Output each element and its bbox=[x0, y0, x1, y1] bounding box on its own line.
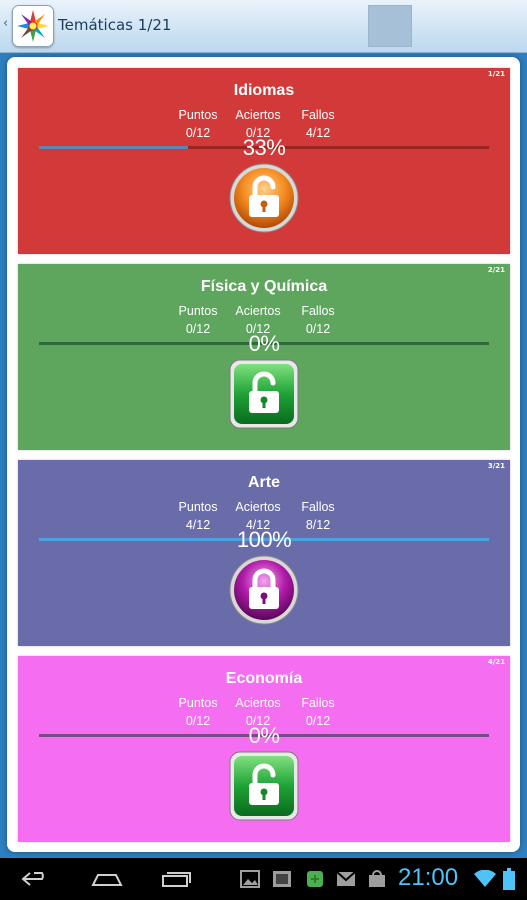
screenshot-notification-icon bbox=[272, 858, 292, 900]
back-chevron-icon[interactable]: ‹ bbox=[3, 16, 8, 31]
card-index: 2/21 bbox=[487, 266, 505, 274]
app-logo-icon[interactable] bbox=[12, 5, 54, 47]
gallery-notification-icon bbox=[240, 858, 260, 900]
card-title: Idiomas bbox=[233, 82, 295, 99]
action-bar: ‹ Temáticas 1/21 bbox=[0, 0, 527, 53]
card-index: 3/21 bbox=[487, 462, 505, 470]
lock-open-orange-icon[interactable] bbox=[228, 162, 300, 234]
topic-card-economia[interactable]: 4/21 Economía Puntos 0/12 Aciertos 0/12 Fa… bbox=[18, 656, 510, 842]
card-title: Física y Química bbox=[200, 278, 328, 295]
stat-label-aciertos: Aciertos bbox=[235, 108, 281, 122]
progress-percent: 0% bbox=[248, 331, 280, 356]
topic-card-idiomas[interactable]: 1/21 Idiomas Puntos 0/12 Aciertos 0/12 Fal… bbox=[18, 68, 510, 254]
card-title: Economía bbox=[225, 670, 303, 687]
stat-label-puntos: Puntos bbox=[178, 696, 218, 710]
topics-list: 1/21 Idiomas Puntos 0/12 Aciertos 0/12 Fal… bbox=[7, 57, 520, 852]
battery-icon bbox=[503, 858, 515, 900]
stat-label-puntos: Puntos bbox=[178, 500, 218, 514]
page-title: Temáticas 1/21 bbox=[58, 16, 172, 34]
card-index: 4/21 bbox=[487, 658, 505, 666]
store-notification-icon bbox=[368, 858, 386, 900]
gmail-notification-icon bbox=[336, 858, 356, 900]
stat-label-puntos: Puntos bbox=[178, 304, 218, 318]
stat-label-aciertos: Aciertos bbox=[235, 696, 281, 710]
card-title: Arte bbox=[247, 474, 280, 491]
status-clock: 21:00 bbox=[398, 864, 459, 891]
progress-percent: 0% bbox=[248, 723, 280, 748]
card-index: 1/21 bbox=[487, 70, 505, 78]
progress-percent: 100% bbox=[236, 527, 292, 552]
stat-label-aciertos: Aciertos bbox=[235, 304, 281, 318]
stat-label-fallos: Fallos bbox=[301, 696, 335, 710]
lock-open-green-icon[interactable] bbox=[228, 358, 300, 430]
progress-percent: 33% bbox=[242, 135, 286, 160]
system-navigation-bar: 21:00 bbox=[0, 858, 527, 900]
topic-card-fisica-y-quimica[interactable]: 2/21 Física y Química Puntos 0/12 Acierto… bbox=[18, 264, 510, 450]
stat-label-fallos: Fallos bbox=[301, 304, 335, 318]
topic-card-arte[interactable]: 3/21 Arte Puntos 4/12 Aciertos 4/12 Fallos… bbox=[18, 460, 510, 646]
lock-open-green-icon[interactable] bbox=[228, 750, 300, 822]
back-nav-icon[interactable] bbox=[20, 858, 52, 900]
stat-label-fallos: Fallos bbox=[301, 108, 335, 122]
stat-label-aciertos: Aciertos bbox=[235, 500, 281, 514]
overflow-menu-button[interactable] bbox=[368, 5, 412, 47]
app-notification-icon bbox=[306, 858, 324, 900]
wifi-icon bbox=[474, 858, 496, 900]
recent-apps-icon[interactable] bbox=[160, 858, 192, 900]
stat-label-fallos: Fallos bbox=[301, 500, 335, 514]
home-nav-icon[interactable] bbox=[90, 858, 124, 900]
lock-closed-purple-icon[interactable] bbox=[228, 554, 300, 626]
stat-label-puntos: Puntos bbox=[178, 108, 218, 122]
